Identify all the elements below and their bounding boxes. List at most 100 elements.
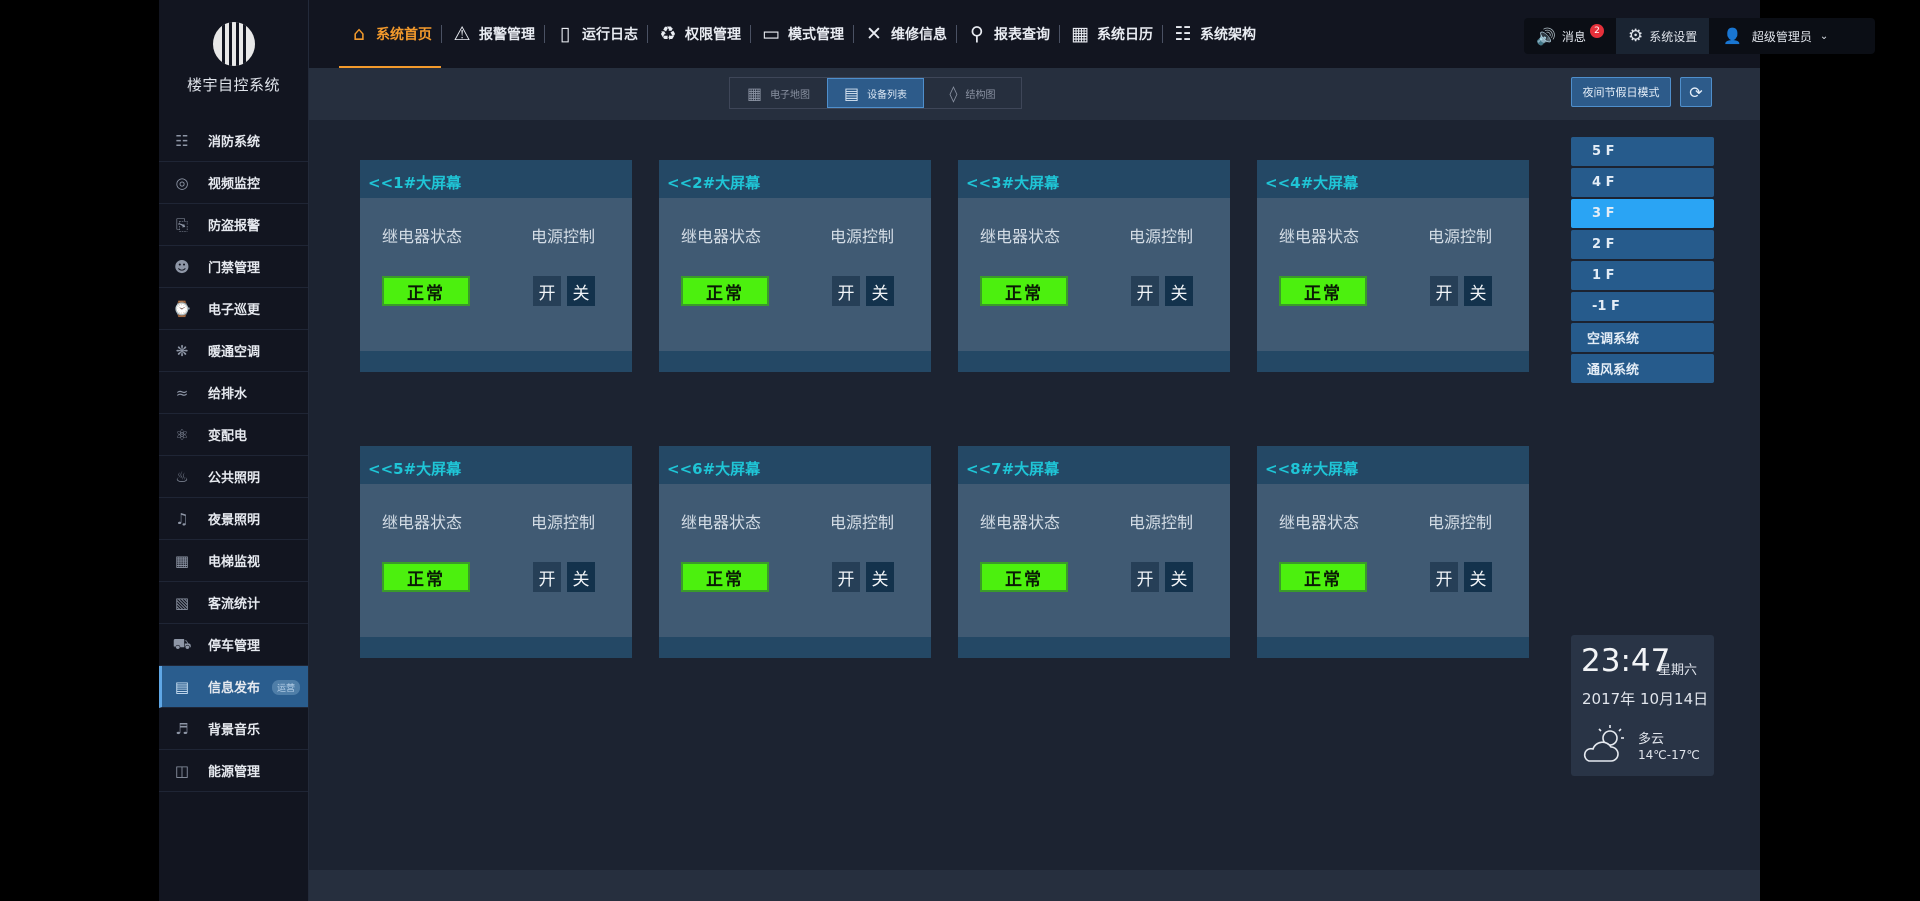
bottom-bar bbox=[309, 870, 1760, 901]
sidebar-item-label: 公共照明 bbox=[208, 471, 261, 486]
floor-item[interactable]: 1 F bbox=[1571, 261, 1714, 290]
sidebar-item[interactable]: ❋ 暖通空调 bbox=[159, 330, 308, 372]
settings-button[interactable]: ⚙ 系统设置 bbox=[1615, 18, 1710, 54]
device-card-title: <<1#大屏幕 bbox=[360, 160, 632, 198]
sidebar-item-label: 停车管理 bbox=[208, 639, 261, 654]
nav-tab[interactable]: ☷ 系统架构 bbox=[1163, 0, 1265, 68]
floor-item[interactable]: 通风系统 bbox=[1571, 354, 1714, 383]
power-off-button[interactable]: 关 bbox=[567, 562, 595, 592]
power-on-button[interactable]: 开 bbox=[1430, 276, 1458, 306]
sidebar-item[interactable]: ⌚ 电子巡更 bbox=[159, 288, 308, 330]
nav-tab[interactable]: ▦ 系统日历 bbox=[1060, 0, 1162, 68]
sidebar-item-label: 视频监控 bbox=[208, 177, 261, 192]
sidebar-item-label: 给排水 bbox=[208, 387, 248, 402]
nav-tab[interactable]: ⚠ 报警管理 bbox=[442, 0, 544, 68]
nav-tab[interactable]: ♻ 权限管理 bbox=[648, 0, 750, 68]
sidebar-item-badge: 运营 bbox=[271, 680, 300, 695]
top-right-controls: 🔊 消息 2 ⚙ 系统设置 👤 超级管理员 ⌄ bbox=[1524, 18, 1875, 54]
sidebar-item-label: 背景音乐 bbox=[208, 723, 261, 738]
floor-item[interactable]: 2 F bbox=[1571, 230, 1714, 259]
sidebar-item[interactable]: ♫ 夜景照明 bbox=[159, 498, 308, 540]
user-menu[interactable]: 👤 超级管理员 ⌄ bbox=[1709, 18, 1840, 54]
speaker-icon: ♬ bbox=[175, 719, 189, 738]
relay-status-badge: 正常 bbox=[1279, 276, 1367, 306]
floor-item[interactable]: 空调系统 bbox=[1571, 323, 1714, 352]
refresh-button[interactable]: ⟳ bbox=[1680, 77, 1712, 107]
monitor-icon: ▭ bbox=[762, 23, 780, 45]
power-off-button[interactable]: 关 bbox=[1165, 562, 1193, 592]
sidebar-item[interactable]: ☻ 门禁管理 bbox=[159, 246, 308, 288]
floor-item[interactable]: 5 F bbox=[1571, 137, 1714, 166]
power-on-button[interactable]: 开 bbox=[832, 276, 860, 306]
device-card-title: <<3#大屏幕 bbox=[958, 160, 1230, 198]
relay-status-badge: 正常 bbox=[382, 562, 470, 592]
sidebar-item-label: 客流统计 bbox=[208, 597, 261, 612]
view-switch-button[interactable]: ▤ 设备列表 bbox=[827, 78, 924, 108]
power-control-label: 电源控制 bbox=[531, 227, 596, 246]
sidebar-item[interactable]: ♬ 背景音乐 bbox=[159, 708, 308, 750]
sidebar-item[interactable]: ▦ 电梯监视 bbox=[159, 540, 308, 582]
sidebar-item[interactable]: ◫ 能源管理 bbox=[159, 750, 308, 792]
sidebar-item-label: 消防系统 bbox=[208, 135, 261, 150]
sidebar-item[interactable]: ▧ 客流统计 bbox=[159, 582, 308, 624]
power-on-button[interactable]: 开 bbox=[1131, 276, 1159, 306]
messages-count-badge: 2 bbox=[1589, 24, 1604, 38]
sidebar-item[interactable]: ⛟ 停车管理 bbox=[159, 624, 308, 666]
power-on-button[interactable]: 开 bbox=[1430, 562, 1458, 592]
relay-status-label: 继电器状态 bbox=[681, 513, 762, 532]
power-on-button[interactable]: 开 bbox=[1131, 562, 1159, 592]
sidebar-item[interactable]: ⎘ 防盗报警 bbox=[159, 204, 308, 246]
power-off-button[interactable]: 关 bbox=[1464, 562, 1492, 592]
power-off-button[interactable]: 关 bbox=[567, 276, 595, 306]
nav-tab[interactable]: ⌂ 系统首页 bbox=[339, 0, 441, 68]
device-card: <<8#大屏幕 继电器状态 电源控制 正常 开关 bbox=[1257, 446, 1529, 658]
power-control-label: 电源控制 bbox=[830, 227, 895, 246]
sidebar-item[interactable]: ▤ 信息发布 运营 bbox=[159, 666, 308, 708]
view-toolbar: ▦ 电子地图 ▤ 设备列表 ◊ 结构图 夜间节假日模式 ⟳ bbox=[309, 68, 1760, 120]
nav-tab-label: 报警管理 bbox=[479, 27, 535, 43]
floor-item[interactable]: 4 F bbox=[1571, 168, 1714, 197]
floor-item[interactable]: 3 F bbox=[1571, 199, 1714, 228]
power-off-button[interactable]: 关 bbox=[1165, 276, 1193, 306]
sidebar-item[interactable]: ⚛ 变配电 bbox=[159, 414, 308, 456]
map-icon: ▦ bbox=[746, 83, 763, 103]
main-nav: ⌂ 系统首页 ⚠ 报警管理 ▯ 运行日志 ♻ 权限管理 ▭ 模式管理 ✕ 维修信息 ⚲ 报表查询 ▦ 系统日历… bbox=[339, 0, 1265, 68]
relay-status-badge: 正常 bbox=[980, 276, 1068, 306]
power-off-button[interactable]: 关 bbox=[866, 276, 894, 306]
access-control-icon: ☻ bbox=[174, 257, 190, 276]
holiday-mode-button[interactable]: 夜间节假日模式 bbox=[1571, 77, 1671, 107]
device-card: <<5#大屏幕 继电器状态 电源控制 正常 开关 bbox=[360, 446, 632, 658]
fan-icon: ❋ bbox=[175, 341, 189, 360]
sidebar-item[interactable]: ◎ 视频监控 bbox=[159, 162, 308, 204]
sidebar-item[interactable]: ♨ 公共照明 bbox=[159, 456, 308, 498]
power-off-button[interactable]: 关 bbox=[866, 562, 894, 592]
nav-tab[interactable]: ⚲ 报表查询 bbox=[957, 0, 1059, 68]
sidebar-item-label: 夜景照明 bbox=[208, 513, 261, 528]
relay-status-label: 继电器状态 bbox=[980, 227, 1061, 246]
power-on-button[interactable]: 开 bbox=[832, 562, 860, 592]
sidebar-item-label: 信息发布 bbox=[208, 681, 261, 696]
power-on-button[interactable]: 开 bbox=[533, 562, 561, 592]
sidebar-item[interactable]: ☷ 消防系统 bbox=[159, 120, 308, 162]
nav-tab-label: 系统首页 bbox=[376, 27, 432, 43]
patrol-watch-icon: ⌚ bbox=[172, 299, 192, 318]
relay-status-label: 继电器状态 bbox=[1279, 513, 1360, 532]
floor-item[interactable]: -1 F bbox=[1571, 292, 1714, 321]
nav-tab-label: 报表查询 bbox=[994, 27, 1050, 43]
car-icon: ⛟ bbox=[172, 634, 192, 653]
power-control-label: 电源控制 bbox=[1428, 227, 1493, 246]
power-control-label: 电源控制 bbox=[531, 513, 596, 532]
nav-tab[interactable]: ▯ 运行日志 bbox=[545, 0, 647, 68]
view-switch-button[interactable]: ◊ 结构图 bbox=[924, 78, 1021, 108]
view-switch-button[interactable]: ▦ 电子地图 bbox=[730, 78, 827, 108]
relay-status-badge: 正常 bbox=[1279, 562, 1367, 592]
relay-status-label: 继电器状态 bbox=[1279, 227, 1360, 246]
messages-button[interactable]: 🔊 消息 2 bbox=[1524, 18, 1616, 54]
nav-tab[interactable]: ✕ 维修信息 bbox=[854, 0, 956, 68]
nav-tab[interactable]: ▭ 模式管理 bbox=[751, 0, 853, 68]
sidebar-item[interactable]: ≈ 给排水 bbox=[159, 372, 308, 414]
power-off-button[interactable]: 关 bbox=[1464, 276, 1492, 306]
power-on-button[interactable]: 开 bbox=[533, 276, 561, 306]
device-card-footer bbox=[659, 351, 931, 372]
device-card: <<3#大屏幕 继电器状态 电源控制 正常 开关 bbox=[958, 160, 1230, 372]
